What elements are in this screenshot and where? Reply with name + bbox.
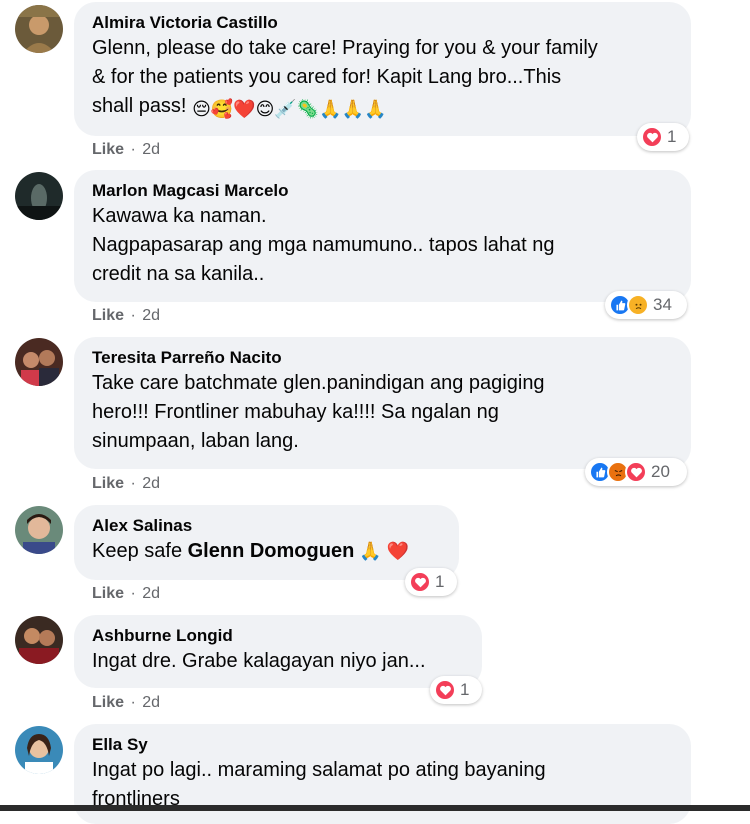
comment-text: Ingat dre. Grabe kalagayan niyo jan... xyxy=(92,650,426,672)
comment-actions: Like · 2d xyxy=(92,140,160,160)
comment-bubble: Almira Victoria Castillo Glenn, please d… xyxy=(74,2,691,136)
reaction-summary[interactable]: 34 xyxy=(605,291,687,319)
like-button[interactable]: Like xyxy=(92,475,124,492)
timestamp[interactable]: 2d xyxy=(142,694,160,711)
separator: · xyxy=(130,694,136,711)
like-button[interactable]: Like xyxy=(92,141,124,158)
avatar[interactable] xyxy=(15,5,63,53)
reaction-count: 20 xyxy=(651,462,670,481)
love-icon xyxy=(641,126,663,148)
comment-actions: Like · 2d xyxy=(92,474,160,494)
comment-bubble: Ashburne Longid Ingat dre. Grabe kalagay… xyxy=(74,615,482,688)
comment-bubble: Alex Salinas Keep safe Glenn Domoguen 🙏 … xyxy=(74,505,459,580)
separator: · xyxy=(130,585,136,602)
comment-actions: Like · 2d xyxy=(92,584,160,604)
timestamp[interactable]: 2d xyxy=(142,307,160,324)
like-button[interactable]: Like xyxy=(92,585,124,602)
comment-author[interactable]: Marlon Magcasi Marcelo xyxy=(92,180,673,202)
comment-text: Kawawa ka naman. Nagpapasarap ang mga na… xyxy=(92,205,555,285)
timestamp[interactable]: 2d xyxy=(142,141,160,158)
love-icon xyxy=(409,571,431,593)
comment-author[interactable]: Almira Victoria Castillo xyxy=(92,12,673,34)
separator: · xyxy=(130,307,136,324)
avatar[interactable] xyxy=(15,506,63,554)
comment-author[interactable]: Ella Sy xyxy=(92,734,673,756)
comment-text: Glenn, please do take care! Praying for … xyxy=(92,34,673,124)
avatar[interactable] xyxy=(15,726,63,774)
like-button[interactable]: Like xyxy=(92,694,124,711)
emoji-sequence: 😔🥰❤️😊💉🦠🙏🙏🙏 xyxy=(192,99,387,119)
horizontal-scrollbar[interactable] xyxy=(0,805,750,811)
reaction-count: 1 xyxy=(460,680,470,699)
reaction-summary[interactable]: 1 xyxy=(405,568,457,596)
reaction-count: 34 xyxy=(653,295,672,314)
comment-actions: Like · 2d xyxy=(92,693,160,713)
reaction-count: 1 xyxy=(435,572,445,591)
comment-bubble: Marlon Magcasi Marcelo Kawawa ka naman. … xyxy=(74,170,691,302)
avatar[interactable] xyxy=(15,172,63,220)
like-button[interactable]: Like xyxy=(92,307,124,324)
reaction-count: 1 xyxy=(667,127,677,146)
reaction-summary[interactable]: 1 xyxy=(637,123,689,151)
comment-author[interactable]: Alex Salinas xyxy=(92,515,441,537)
separator: · xyxy=(130,141,136,158)
comment-author[interactable]: Ashburne Longid xyxy=(92,625,464,647)
avatar[interactable] xyxy=(15,338,63,386)
love-icon xyxy=(434,679,456,701)
timestamp[interactable]: 2d xyxy=(142,475,160,492)
mention-link[interactable]: Glenn Domoguen xyxy=(188,540,355,562)
separator: · xyxy=(130,475,136,492)
comment-bubble: Teresita Parreño Nacito Take care batchm… xyxy=(74,337,691,469)
reaction-summary[interactable]: 20 xyxy=(585,458,687,486)
sad-icon xyxy=(627,294,649,316)
timestamp[interactable]: 2d xyxy=(142,585,160,602)
comment-text: Take care batchmate glen.panindigan ang … xyxy=(92,372,545,452)
love-icon xyxy=(625,461,647,483)
reaction-summary[interactable]: 1 xyxy=(430,676,482,704)
comment-text: Keep safe Glenn Domoguen 🙏 ❤️ xyxy=(92,540,410,562)
avatar[interactable] xyxy=(15,616,63,664)
comment-author[interactable]: Teresita Parreño Nacito xyxy=(92,347,673,369)
comment-actions: Like · 2d xyxy=(92,306,160,326)
